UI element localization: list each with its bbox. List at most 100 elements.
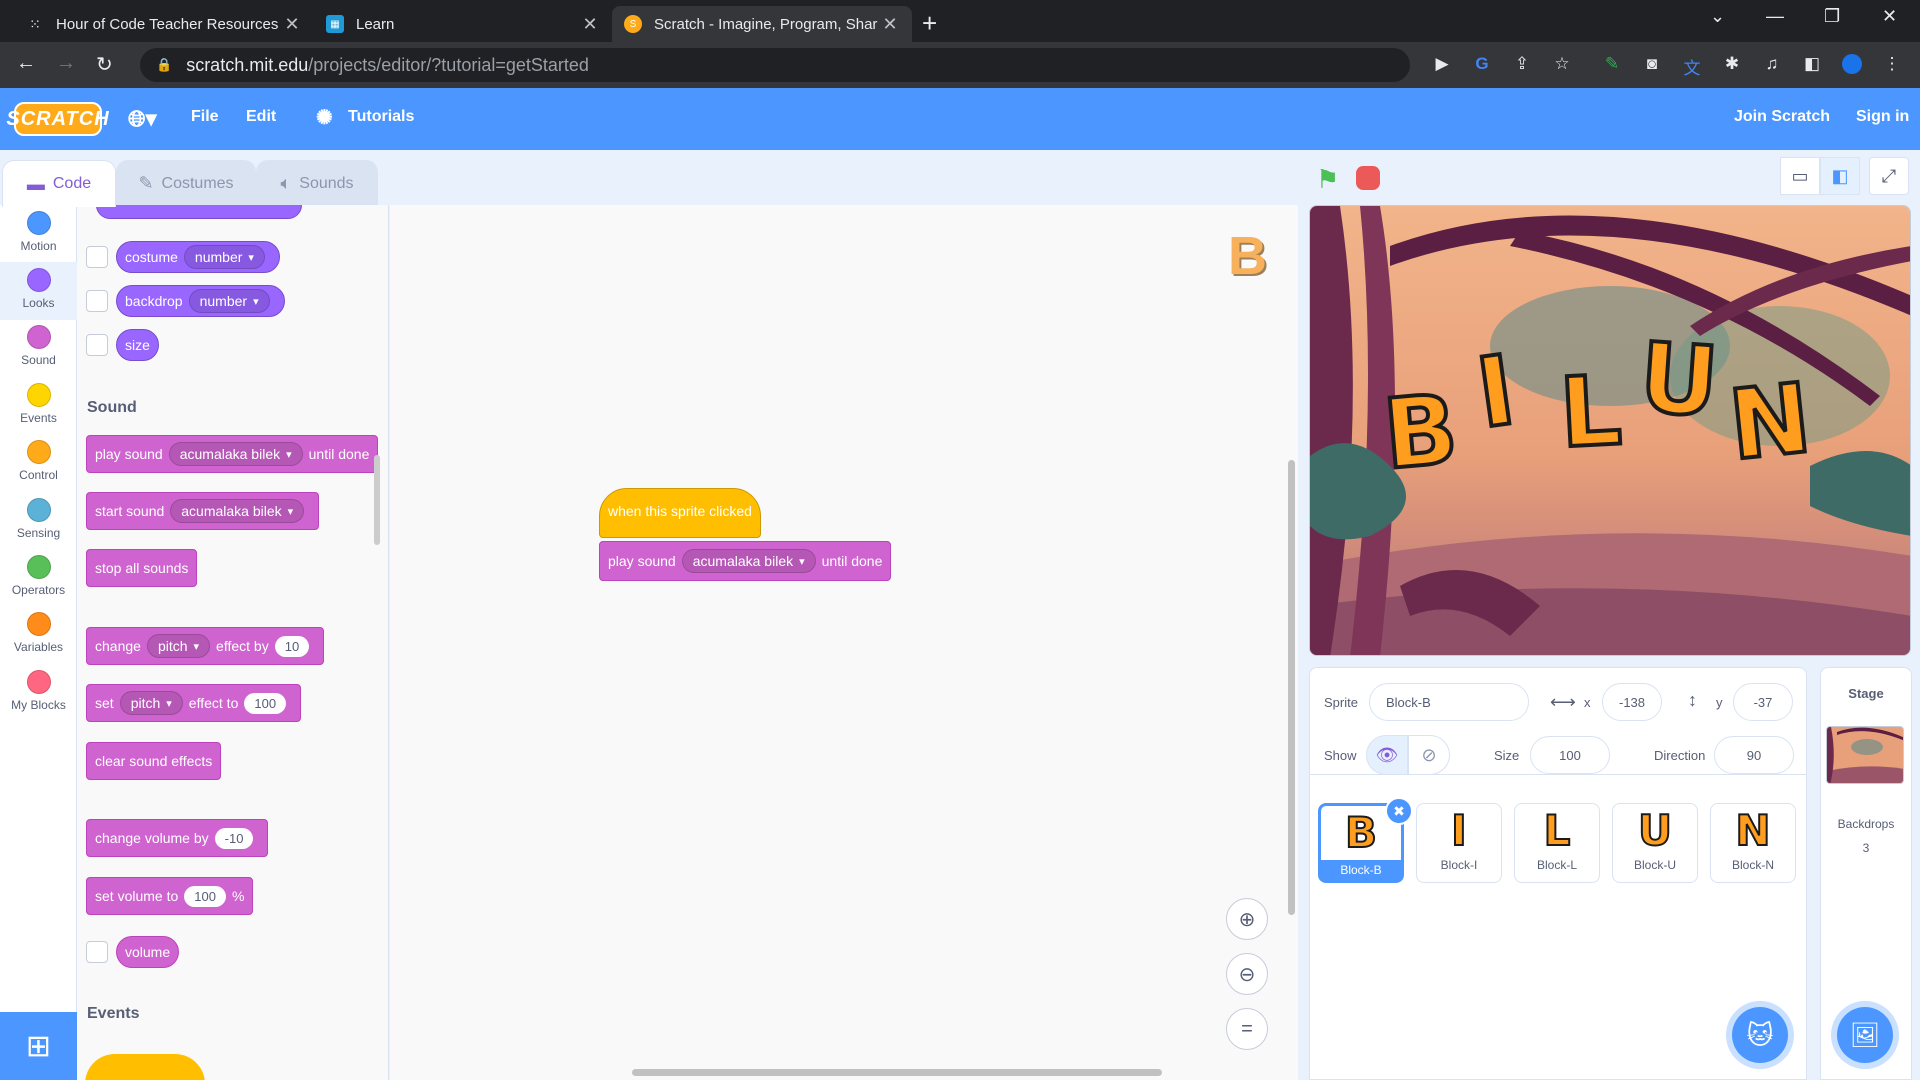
extension-pen-icon[interactable]: ✎ [1602,54,1622,74]
extensions-puzzle-icon[interactable]: ✱ [1722,54,1742,74]
backdrop-checkbox[interactable] [86,290,108,312]
close-tab-icon[interactable]: ✕ [282,14,302,35]
translate-icon[interactable]: 文 [1682,54,1702,78]
volume-change-input[interactable]: -10 [214,827,254,849]
size-input[interactable]: 100 [1530,736,1610,774]
sprite-thumb-block-n[interactable]: N Block-N [1710,803,1796,883]
restore-icon[interactable]: ❐ [1824,6,1840,27]
sprite-thumb-block-l[interactable]: L Block-L [1514,803,1600,883]
sound-dropdown[interactable]: acumalaka bilek [170,499,305,523]
volume-set-input[interactable]: 100 [184,885,226,907]
category-operators[interactable]: Operators [0,549,77,607]
tab-code[interactable]: ▬ Code [2,160,116,207]
backdrop-dropdown[interactable]: number [188,289,270,313]
workspace-horizontal-scrollbar[interactable] [632,1069,1162,1076]
chrome-menu-icon[interactable]: ⋮ [1882,54,1902,74]
small-stage-button[interactable]: ▭ [1780,157,1820,195]
close-tab-icon[interactable]: ✕ [880,14,900,35]
tab-sounds[interactable]: 🔈︎ Sounds [256,160,378,206]
new-tab-icon[interactable]: + [922,8,937,39]
block-clear-sound-effects[interactable]: clear sound effects [86,742,222,780]
block-start-sound[interactable]: start sound acumalaka bilek [86,492,320,530]
code-workspace[interactable] [390,205,1298,1080]
add-backdrop-button[interactable]: 🖼︎ [1837,1007,1893,1063]
block-volume-reporter[interactable]: volume [116,936,180,968]
workspace-vertical-scrollbar[interactable] [1288,460,1295,915]
zoom-out-button[interactable]: ⊖ [1226,953,1268,995]
palette-scrollbar[interactable] [374,455,380,545]
category-control[interactable]: Control [0,434,77,492]
effect-dropdown[interactable]: pitch [146,634,211,658]
size-checkbox[interactable] [86,334,108,356]
zoom-reset-button[interactable]: = [1226,1008,1268,1050]
sprite-thumb-block-u[interactable]: U Block-U [1612,803,1698,883]
screenshot-icon[interactable]: ◙ [1642,54,1662,74]
stage-sprite-b[interactable]: B [1377,371,1464,493]
category-sensing[interactable]: Sensing [0,492,77,550]
file-menu[interactable]: File [191,108,219,126]
costume-dropdown[interactable]: number [183,245,265,269]
minimize-icon[interactable]: — [1766,6,1784,27]
x-position-input[interactable]: -138 [1602,683,1662,721]
browser-tab-learn[interactable]: ▦ Learn ✕ [314,6,612,42]
sprite-name-input[interactable]: Block-B [1369,683,1529,721]
tab-search-chevron-icon[interactable]: ⌄ [1710,6,1725,27]
sign-in-link[interactable]: Sign in [1856,108,1909,126]
zoom-in-button[interactable]: ⊕ [1226,898,1268,940]
scratch-logo[interactable]: SCRATCH [6,102,109,136]
back-icon[interactable]: ← [16,52,36,75]
stage-sprite-u[interactable]: U [1634,319,1724,440]
green-flag-icon[interactable]: ⚑ [1316,164,1339,195]
forward-icon[interactable]: → [56,52,76,75]
effect-value-input[interactable]: 10 [274,635,310,657]
stage-canvas[interactable]: B I L U N [1309,205,1911,656]
category-looks[interactable]: Looks [0,262,77,320]
add-sprite-button[interactable]: 🐱︎ [1732,1007,1788,1063]
browser-tab-scratch[interactable]: S Scratch - Imagine, Program, Shar ✕ [612,6,912,42]
google-icon[interactable]: G [1472,54,1492,74]
block-size-reporter[interactable]: size [116,329,159,361]
block-play-sound-until-done[interactable]: play sound acumalaka bilek until done [86,435,379,473]
profile-avatar[interactable] [1842,54,1862,74]
block-play-sound-until-done-script[interactable]: play sound acumalaka bilek until done [599,541,892,581]
camera-icon[interactable]: ▶ [1432,54,1452,74]
direction-input[interactable]: 90 [1714,736,1794,774]
show-hidden-button[interactable]: ⊘ [1408,735,1450,775]
add-extension-button[interactable]: ⊞ [0,1012,77,1080]
normal-stage-button[interactable]: ◧ [1820,157,1860,195]
category-motion[interactable]: Motion [0,205,77,263]
tab-costumes[interactable]: ✎ Costumes [116,160,256,206]
close-tab-icon[interactable]: ✕ [580,14,600,35]
address-bar[interactable]: 🔒 scratch.mit.edu/projects/editor/?tutor… [140,48,1410,82]
category-variables[interactable]: Variables [0,606,77,664]
block-stop-all-sounds[interactable]: stop all sounds [86,549,198,587]
close-window-icon[interactable]: ✕ [1882,6,1897,27]
fullscreen-button[interactable]: ⤢ [1869,157,1909,195]
costume-checkbox[interactable] [86,246,108,268]
block-when-sprite-clicked[interactable]: when this sprite clicked [599,488,761,538]
y-position-input[interactable]: -37 [1733,683,1793,721]
block-set-effect[interactable]: set pitch effect to 100 [86,684,302,722]
volume-checkbox[interactable] [86,941,108,963]
block-set-volume[interactable]: set volume to 100 % [86,877,254,915]
edit-menu[interactable]: Edit [246,108,276,126]
stage-sprite-l[interactable]: L [1555,352,1626,471]
stop-icon[interactable] [1356,166,1380,190]
tutorials-menu[interactable]: Tutorials [348,108,414,126]
block-go-layers-partial[interactable] [96,205,302,219]
browser-tab-hour-of-code[interactable]: ⁙ Hour of Code Teacher Resources ✕ [14,6,314,42]
share-icon[interactable]: ⇪ [1512,54,1532,74]
effect-value-input[interactable]: 100 [244,692,287,714]
category-my-blocks[interactable]: My Blocks [0,664,77,722]
join-scratch-link[interactable]: Join Scratch [1734,108,1830,126]
block-costume-reporter[interactable]: costume number [116,241,280,273]
block-when-flag-clicked-partial[interactable] [85,1054,205,1080]
language-globe-icon[interactable]: 🌐︎▾ [128,106,157,132]
sound-dropdown[interactable]: acumalaka bilek [168,442,303,466]
delete-sprite-button[interactable]: ✖ [1385,797,1413,825]
media-control-icon[interactable]: ♫ [1762,54,1782,74]
stage-sprite-n[interactable]: N [1722,360,1818,484]
show-visible-button[interactable]: 👁︎ [1366,735,1408,775]
backdrop-thumbnail[interactable] [1826,726,1904,784]
block-change-volume[interactable]: change volume by -10 [86,819,269,857]
